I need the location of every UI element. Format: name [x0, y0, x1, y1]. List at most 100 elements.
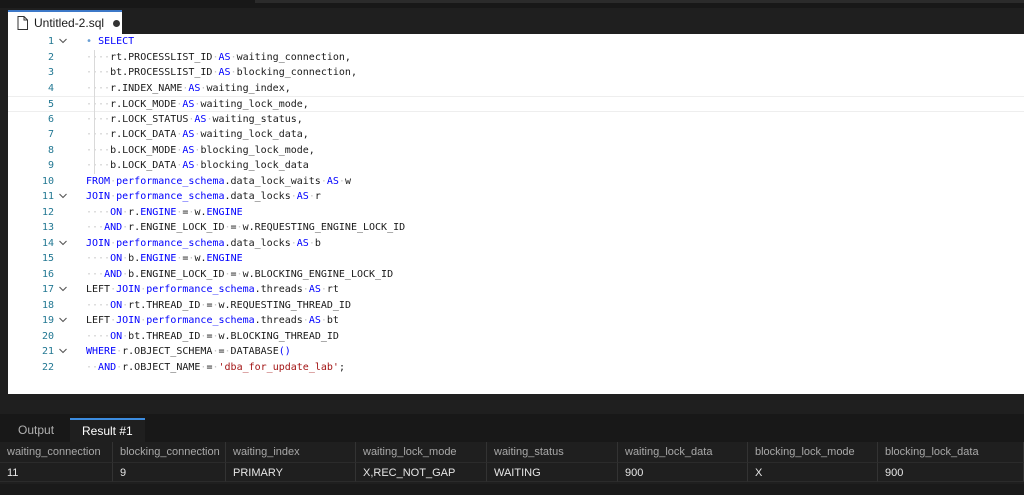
tab-untitled-2-sql[interactable]: Untitled-2.sql [8, 10, 122, 34]
line-number: 7 [47, 129, 54, 140]
result-header-row: waiting_connection blocking_connection wai… [0, 442, 1024, 462]
code-text: LEFT·JOIN·performance_schema.threads·AS·… [86, 284, 339, 295]
table-cell[interactable]: 900 [878, 462, 1024, 482]
code-line[interactable]: 14 JOIN·performance_schema.data_locks·AS·… [8, 236, 1024, 252]
code-line[interactable]: 3 ····bt.PROCESSLIST_ID·AS·blocking_conne… [8, 65, 1024, 81]
code-line[interactable]: 17 LEFT·JOIN·performance_schema.threads·A… [8, 282, 1024, 298]
panel-tab-bar: Output Result #1 [0, 414, 1024, 442]
file-icon [17, 16, 28, 30]
code-line[interactable]: 4 ····r.INDEX_NAME·AS·waiting_index, [8, 81, 1024, 97]
column-header[interactable]: blocking_lock_mode [748, 442, 878, 462]
code-text: ····ON·bt.THREAD_ID·=·w.BLOCKING_THREAD_… [86, 330, 339, 342]
column-header[interactable]: waiting_lock_mode [356, 442, 487, 462]
line-number: 8 [47, 144, 54, 156]
result-grid: waiting_connection blocking_connection wai… [0, 442, 1024, 495]
code-line[interactable]: 2 ····rt.PROCESSLIST_ID·AS·waiting_connec… [8, 50, 1024, 66]
chevron-down-icon[interactable] [59, 239, 67, 247]
code-text: ····r.LOCK_STATUS·AS·waiting_status, [86, 113, 303, 125]
code-text: ····b.LOCK_DATA·AS·blocking_lock_data [86, 160, 309, 171]
line-number: 11 [41, 191, 54, 202]
line-number: 12 [41, 206, 54, 218]
table-cell[interactable]: 11 [0, 462, 113, 482]
window-top-strip [0, 0, 1024, 8]
code-text: ···AND·r.ENGINE_LOCK_ID·=·w.REQUESTING_E… [86, 222, 406, 233]
code-line[interactable]: 10 FROM·performance_schema.data_lock_wait… [8, 174, 1024, 190]
column-header[interactable]: blocking_lock_data [878, 442, 1024, 462]
result-grid-empty-area [0, 484, 1024, 495]
line-number: 21 [41, 346, 54, 357]
column-header[interactable]: waiting_status [487, 442, 618, 462]
panel-separator [0, 394, 1024, 414]
code-line[interactable]: 22 ··AND·r.OBJECT_NAME·=·'dba_for_update_… [8, 360, 1024, 376]
code-text: ····b.LOCK_MODE·AS·blocking_lock_mode, [86, 144, 315, 156]
code-line[interactable]: 21 WHERE·r.OBJECT_SCHEMA·=·DATABASE() [8, 344, 1024, 360]
line-number: 10 [41, 175, 54, 187]
code-text: FROM·performance_schema.data_lock_waits·… [86, 175, 351, 187]
code-line[interactable]: 8 ····b.LOCK_MODE·AS·blocking_lock_mode, [8, 143, 1024, 159]
code-line[interactable]: 6 ····r.LOCK_STATUS·AS·waiting_status, [8, 112, 1024, 128]
code-text: ····bt.PROCESSLIST_ID·AS·blocking_connec… [86, 67, 357, 78]
line-number: 6 [47, 113, 54, 125]
line-number: 19 [41, 315, 54, 326]
table-cell[interactable]: WAITING [487, 462, 618, 482]
indent-guide [94, 49, 95, 174]
line-number: 4 [47, 82, 54, 94]
line-number: 5 [47, 99, 54, 110]
column-header[interactable]: blocking_connection [113, 442, 226, 462]
line-number: 14 [41, 237, 54, 249]
code-line[interactable]: 13 ···AND·r.ENGINE_LOCK_ID·=·w.REQUESTING… [8, 220, 1024, 236]
table-cell[interactable]: X [748, 462, 878, 482]
line-number: 18 [41, 299, 54, 311]
tab-title: Untitled-2.sql [34, 16, 105, 30]
top-divider [255, 0, 1024, 3]
line-number: 3 [47, 67, 54, 78]
chevron-down-icon[interactable] [59, 347, 67, 355]
table-cell[interactable]: X,REC_NOT_GAP [356, 462, 487, 482]
unsaved-dot-icon[interactable] [113, 19, 121, 27]
table-cell[interactable]: PRIMARY [226, 462, 356, 482]
code-text: ···AND·b.ENGINE_LOCK_ID·=·w.BLOCKING_ENG… [86, 268, 394, 280]
code-text: • SELECT [86, 36, 135, 47]
code-line[interactable]: 18 ····ON·rt.THREAD_ID·=·w.REQUESTING_THR… [8, 298, 1024, 314]
code-line[interactable]: 16 ···AND·b.ENGINE_LOCK_ID·=·w.BLOCKING_E… [8, 267, 1024, 283]
chevron-down-icon[interactable] [59, 37, 67, 45]
code-line[interactable]: 11 JOIN·performance_schema.data_locks·AS·… [8, 189, 1024, 205]
code-text: ····ON·b.ENGINE·=·w.ENGINE [86, 253, 243, 264]
line-number: 9 [47, 160, 54, 171]
line-number: 17 [41, 284, 54, 295]
table-cell[interactable]: 900 [618, 462, 748, 482]
line-number: 15 [41, 253, 54, 264]
code-text: ····ON·rt.THREAD_ID·=·w.REQUESTING_THREA… [86, 299, 351, 311]
code-line[interactable]: 5 ····r.LOCK_MODE·AS·waiting_lock_mode, [8, 96, 1024, 112]
code-line[interactable]: 1 • SELECT [8, 34, 1024, 50]
line-number: 13 [41, 222, 54, 233]
column-header[interactable]: waiting_lock_data [618, 442, 748, 462]
code-line[interactable]: 19 LEFT·JOIN·performance_schema.threads·A… [8, 313, 1024, 329]
chevron-down-icon[interactable] [59, 316, 67, 324]
line-number: 1 [47, 36, 54, 47]
code-line[interactable]: 7 ····r.LOCK_DATA·AS·waiting_lock_data, [8, 127, 1024, 143]
code-line[interactable]: 15 ····ON·b.ENGINE·=·w.ENGINE [8, 251, 1024, 267]
tab-output[interactable]: Output [6, 418, 66, 442]
tab-result-1[interactable]: Result #1 [70, 418, 145, 442]
code-text: ····r.LOCK_DATA·AS·waiting_lock_data, [86, 129, 309, 140]
line-number: 20 [41, 330, 54, 342]
code-text: ····r.LOCK_MODE·AS·waiting_lock_mode, [86, 99, 309, 110]
chevron-down-icon[interactable] [59, 192, 67, 200]
table-row[interactable]: 11 9 PRIMARY X,REC_NOT_GAP WAITING 900 X 900 [0, 462, 1024, 482]
code-line[interactable]: 12 ····ON·r.ENGINE·=·w.ENGINE [8, 205, 1024, 221]
code-text: ····r.INDEX_NAME·AS·waiting_index, [86, 82, 291, 94]
code-line[interactable]: 9 ····b.LOCK_DATA·AS·blocking_lock_data [8, 158, 1024, 174]
column-header[interactable]: waiting_index [226, 442, 356, 462]
line-number: 2 [47, 51, 54, 63]
code-line[interactable]: 20 ····ON·bt.THREAD_ID·=·w.BLOCKING_THREA… [8, 329, 1024, 345]
code-text: LEFT·JOIN·performance_schema.threads·AS·… [86, 315, 339, 326]
code-text: WHERE·r.OBJECT_SCHEMA·=·DATABASE() [86, 346, 291, 357]
table-cell[interactable]: 9 [113, 462, 226, 482]
column-header[interactable]: waiting_connection [0, 442, 113, 462]
code-editor[interactable]: 1 • SELECT 2 ····rt.PROCESSLIST_ID·AS·waiti… [8, 34, 1024, 394]
code-text: ····rt.PROCESSLIST_ID·AS·waiting_connect… [86, 51, 351, 63]
code-text: JOIN·performance_schema.data_locks·AS·b [86, 237, 321, 249]
chevron-down-icon[interactable] [59, 285, 67, 293]
code-text: ····ON·r.ENGINE·=·w.ENGINE [86, 206, 243, 218]
